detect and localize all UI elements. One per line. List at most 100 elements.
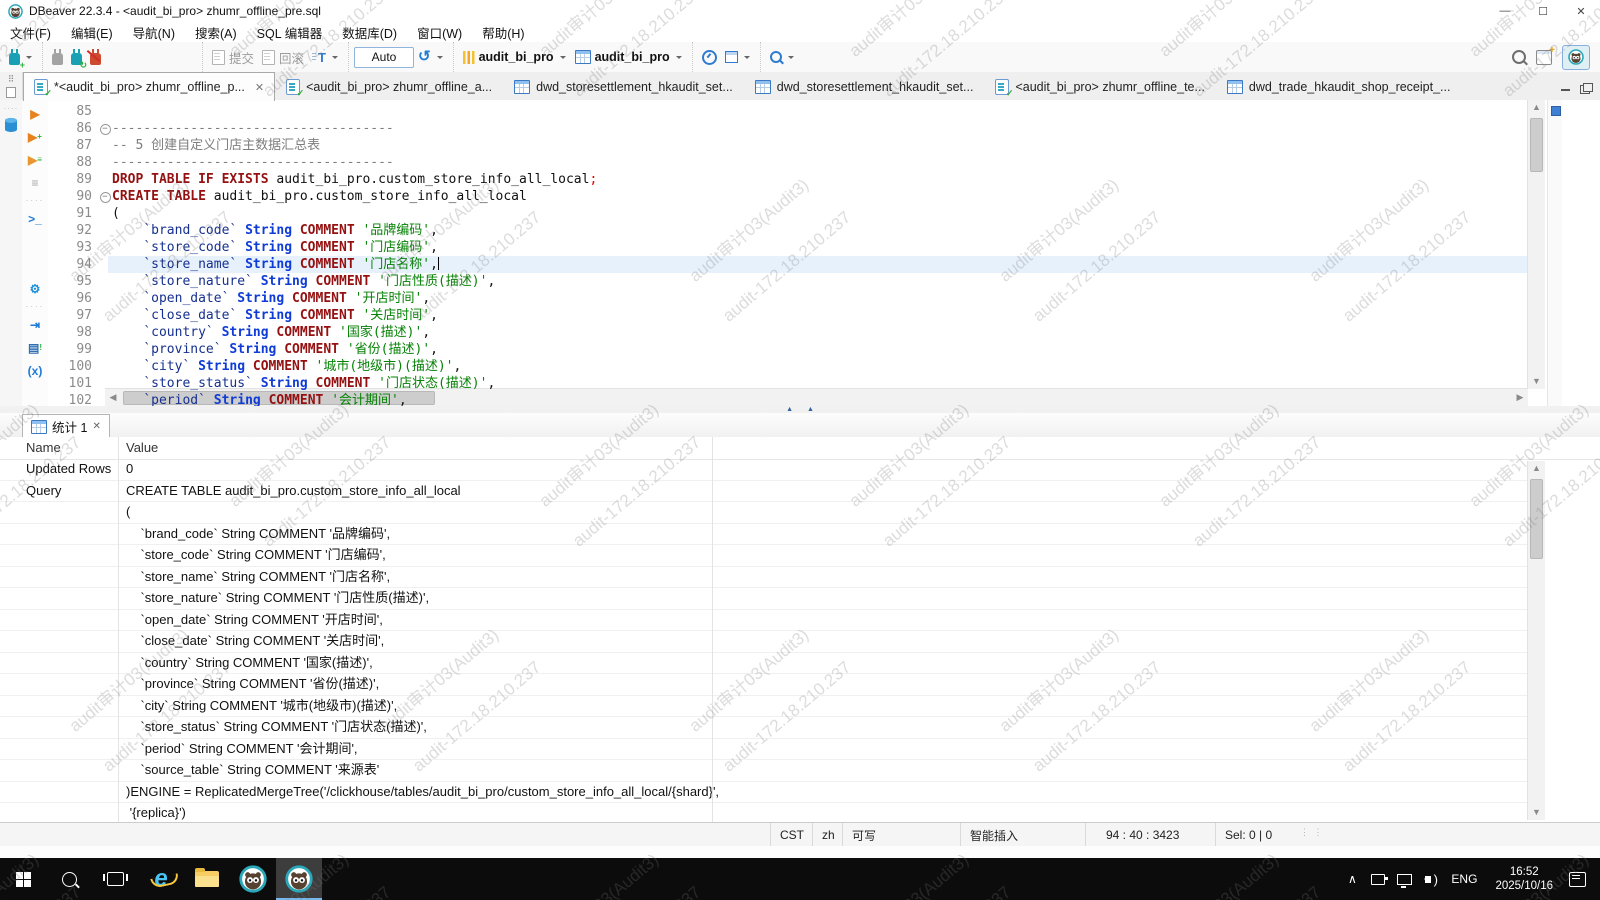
cell-name[interactable]: Query <box>26 481 61 502</box>
cell-value[interactable]: CREATE TABLE audit_bi_pro.custom_store_i… <box>126 481 461 502</box>
cell-value[interactable]: `close_date` String COMMENT '关店时间', <box>126 631 384 652</box>
column-divider[interactable] <box>712 437 713 822</box>
cell-value[interactable]: `period` String COMMENT '会计期间', <box>126 739 358 760</box>
dbeaver-perspective-button[interactable] <box>1562 45 1590 70</box>
editor-tab[interactable]: dwd_storesettlement_hkaudit_set... <box>744 73 985 100</box>
minimize-editor-icon[interactable] <box>1561 89 1570 91</box>
table-row[interactable]: )ENGINE = ReplicatedMergeTree('/clickhou… <box>0 782 1528 804</box>
table-row[interactable]: `open_date` String COMMENT '开店时间', <box>0 610 1528 632</box>
input-language-button[interactable]: ENG <box>1451 872 1477 886</box>
tray-volume-button[interactable] <box>1417 876 1443 883</box>
internet-explorer-button[interactable]: e <box>138 858 184 900</box>
editor-tab[interactable]: *<audit_bi_pro> zhumr_offline_p...✕ <box>23 72 275 101</box>
taskbar-search-button[interactable] <box>46 858 92 900</box>
menu-item[interactable]: SQL 编辑器 <box>247 23 333 42</box>
dashboard-button[interactable] <box>698 48 721 67</box>
column-divider[interactable] <box>118 437 119 822</box>
column-header-value[interactable]: Value <box>126 440 158 455</box>
menu-item[interactable]: 文件(F) <box>0 23 61 42</box>
table-row[interactable]: `store_nature` String COMMENT '门店性质(描述)'… <box>0 588 1528 610</box>
code-line[interactable]: 91( <box>48 205 1528 222</box>
code-line[interactable]: 88------------------------------------ <box>48 154 1528 171</box>
table-row[interactable]: '{replica}') <box>0 803 1528 822</box>
rollback-button[interactable]: 回滚 <box>258 46 308 69</box>
new-connection-button[interactable]: + <box>5 48 37 67</box>
execute-sql-icon[interactable]: ▶ <box>26 106 44 122</box>
editor-overview-ruler[interactable] <box>1547 100 1562 406</box>
fold-collapse-icon[interactable]: − <box>100 124 111 135</box>
menu-item[interactable]: 数据库(D) <box>332 23 407 42</box>
schema-selector[interactable]: audit_bi_pro <box>571 48 687 66</box>
code-line[interactable]: 85 <box>48 103 1528 120</box>
sql-code-editor[interactable]: 8586−-----------------------------------… <box>48 100 1600 406</box>
scroll-up-icon[interactable]: ▲ <box>1528 461 1545 476</box>
code-line[interactable]: 92 `brand_code` String COMMENT '品牌编码', <box>48 222 1528 239</box>
code-line[interactable]: 87-- 5 创建自定义门店主数据汇总表 <box>48 137 1528 154</box>
settings-gear-icon[interactable]: ⚙ <box>26 281 44 297</box>
code-line[interactable]: 95 `store_nature` String COMMENT '门店性质(描… <box>48 273 1528 290</box>
table-row[interactable]: Updated Rows0 <box>0 459 1528 481</box>
editor-tab[interactable]: <audit_bi_pro> zhumr_offline_te... <box>984 73 1215 100</box>
cell-value[interactable]: `brand_code` String COMMENT '品牌编码', <box>126 524 390 545</box>
status-insert-mode[interactable]: 智能插入 <box>960 823 1086 847</box>
table-row[interactable]: `city` String COMMENT '城市(地级市)(描述)', <box>0 696 1528 718</box>
database-selector[interactable]: audit_bi_pro <box>459 48 571 66</box>
statistics-tab[interactable]: 统计 1 ✕ <box>22 414 110 438</box>
code-line[interactable]: 93 `store_code` String COMMENT '门店编码', <box>48 239 1528 256</box>
code-line[interactable]: 99 `province` String COMMENT '省份(描述)', <box>48 341 1528 358</box>
minimize-window-button[interactable]: — <box>1486 0 1524 22</box>
close-tab-icon[interactable]: ✕ <box>255 81 264 94</box>
table-row[interactable]: ( <box>0 502 1528 524</box>
execute-script-icon[interactable]: ▶≡ <box>26 152 44 168</box>
code-line[interactable]: 97 `close_date` String COMMENT '关店时间', <box>48 307 1528 324</box>
database-navigator-icon[interactable] <box>3 117 19 133</box>
explain-plan-icon[interactable]: ≡ <box>26 175 44 191</box>
menu-item[interactable]: 帮助(H) <box>472 23 534 42</box>
table-row[interactable]: `store_name` String COMMENT '门店名称', <box>0 567 1528 589</box>
global-search-icon[interactable] <box>1512 50 1526 64</box>
file-explorer-button[interactable] <box>184 858 230 900</box>
cell-value[interactable]: `store_nature` String COMMENT '门店性质(描述)'… <box>126 588 429 609</box>
editor-tab[interactable]: dwd_trade_hkaudit_shop_receipt_... <box>1216 73 1462 100</box>
code-line[interactable]: 100 `city` String COMMENT '城市(地级市)(描述)', <box>48 358 1528 375</box>
editor-tab[interactable]: dwd_storesettlement_hkaudit_set... <box>503 73 744 100</box>
cell-value[interactable]: `store_code` String COMMENT '门店编码', <box>126 545 386 566</box>
tray-usb-button[interactable] <box>1365 874 1391 885</box>
reconnect-button[interactable]: ↻ <box>67 48 86 67</box>
cell-value[interactable]: )ENGINE = ReplicatedMergeTree('/clickhou… <box>126 782 719 803</box>
column-header-name[interactable]: Name <box>26 440 61 455</box>
menu-item[interactable]: 编辑(E) <box>61 23 123 42</box>
cell-name[interactable]: Updated Rows <box>26 459 111 480</box>
export-result-icon[interactable]: ⇥ <box>26 317 44 333</box>
code-line[interactable]: 96 `open_date` String COMMENT '开店时间', <box>48 290 1528 307</box>
tray-expand-button[interactable]: ∧ <box>1339 872 1365 886</box>
code-line[interactable]: 101 `store_status` String COMMENT '门店状态(… <box>48 375 1528 392</box>
code-line[interactable]: 86−------------------------------------ <box>48 120 1528 137</box>
action-center-button[interactable] <box>1569 872 1586 887</box>
results-scroll-thumb[interactable] <box>1530 479 1543 559</box>
code-line[interactable]: 94 `store_name` String COMMENT '门店名称', <box>48 256 1528 273</box>
editor-tab-corner[interactable]: ⠿ <box>0 72 23 100</box>
transaction-history-button[interactable]: ↺ <box>414 48 448 66</box>
table-row[interactable]: `store_status` String COMMENT '门店状态(描述)'… <box>0 717 1528 739</box>
table-row[interactable]: `store_code` String COMMENT '门店编码', <box>0 545 1528 567</box>
close-tab-icon[interactable]: ✕ <box>92 421 100 432</box>
braces-icon[interactable]: (x) <box>26 363 44 379</box>
commit-type-button[interactable] <box>721 49 755 65</box>
cell-value[interactable]: `province` String COMMENT '省份(描述)', <box>126 674 379 695</box>
cell-value[interactable]: `city` String COMMENT '城市(地级市)(描述)', <box>126 696 397 717</box>
scroll-down-icon[interactable]: ▼ <box>1528 374 1545 389</box>
menu-item[interactable]: 搜索(A) <box>185 23 247 42</box>
restore-editor-icon[interactable] <box>1580 85 1590 94</box>
scroll-up-icon[interactable]: ▲ <box>1528 100 1545 115</box>
start-button[interactable] <box>0 858 46 900</box>
connect-button[interactable] <box>48 48 67 67</box>
maximize-window-button[interactable]: ☐ <box>1524 0 1562 22</box>
dbeaver-taskbar-button-active[interactable] <box>276 858 322 900</box>
file-error-icon[interactable]: ▤! <box>26 340 44 356</box>
table-row[interactable]: `brand_code` String COMMENT '品牌编码', <box>0 524 1528 546</box>
menu-item[interactable]: 窗口(W) <box>407 23 472 42</box>
code-line[interactable]: 102 `period` String COMMENT '会计期间', <box>48 392 1528 406</box>
dbeaver-taskbar-button[interactable] <box>230 858 276 900</box>
code-line[interactable]: 90−CREATE TABLE audit_bi_pro.custom_stor… <box>48 188 1528 205</box>
